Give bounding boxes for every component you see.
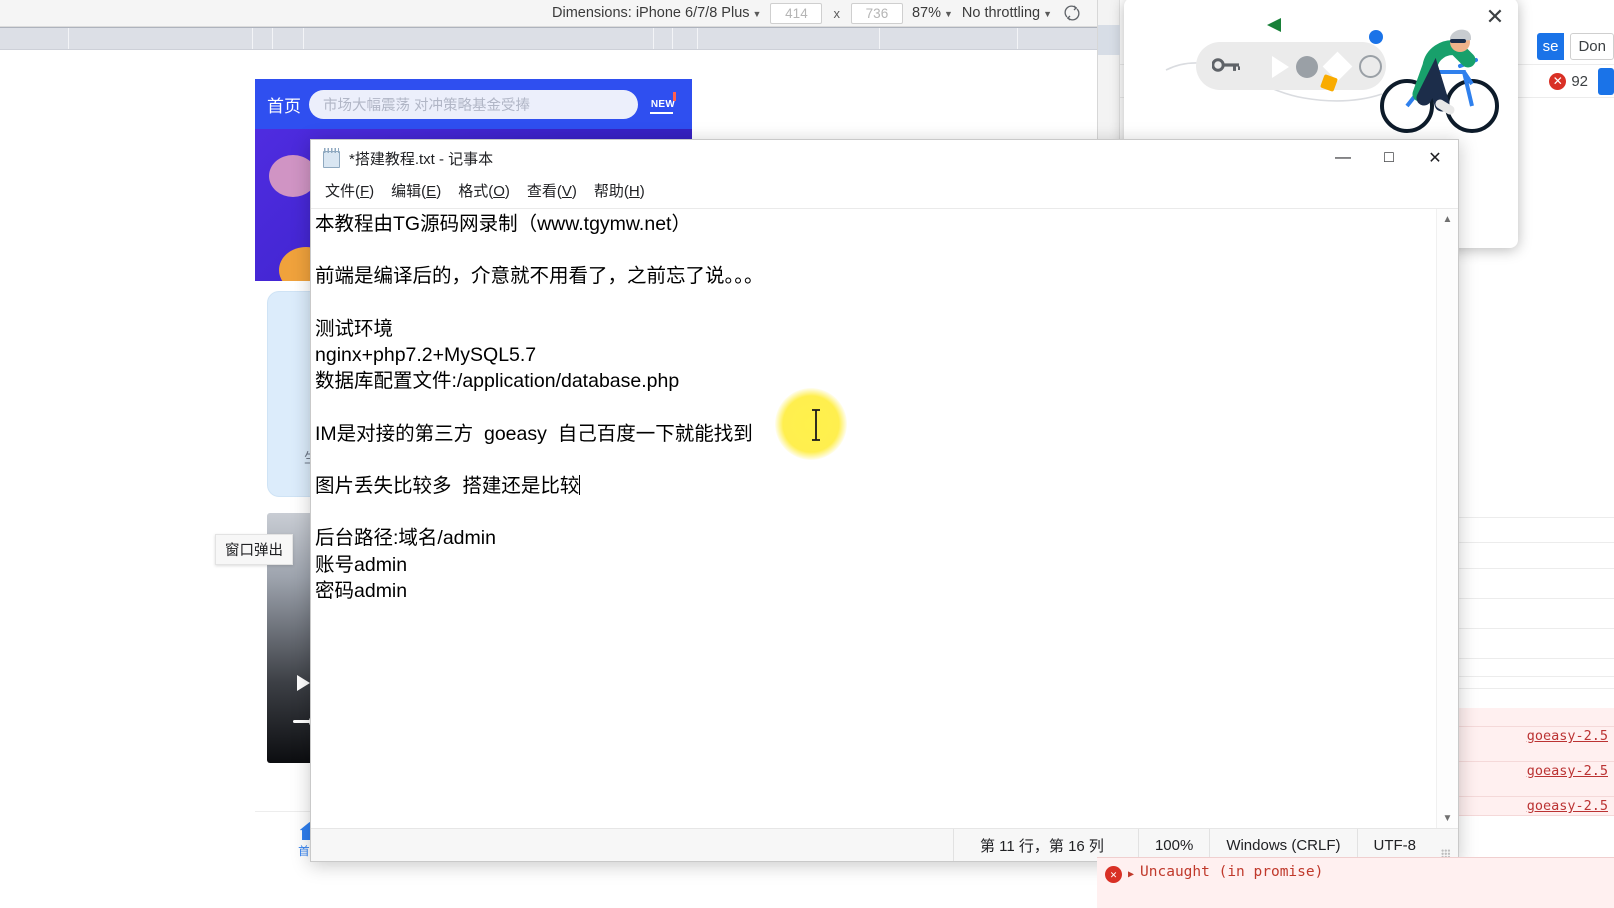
notepad-text-content[interactable]: 本教程由TG源码网录制（www.tgymw.net） 前端是编译后的，介意就不用… <box>315 209 1434 828</box>
chevron-down-icon: ▼ <box>752 9 762 19</box>
minimize-button[interactable]: — <box>1320 140 1366 176</box>
scroll-up-icon[interactable]: ▲ <box>1437 209 1458 229</box>
device-dimensions-label: Dimensions: iPhone 6/7/8 Plus <box>552 5 750 21</box>
console-error-text: Uncaught (in promise) <box>1140 864 1324 880</box>
device-zoom-select[interactable]: 87% ▼ <box>912 5 953 21</box>
close-button[interactable]: ✕ <box>1412 140 1458 176</box>
expand-triangle-icon[interactable]: ▶ <box>1128 869 1134 880</box>
throttling-label: No throttling <box>961 5 1041 21</box>
menu-file[interactable]: 文件(F) <box>325 180 374 201</box>
new-badge-icon[interactable]: NEW <box>646 91 680 117</box>
cyclist-icon <box>1380 29 1499 133</box>
menu-view[interactable]: 查看(V) <box>527 180 577 201</box>
maximize-button[interactable]: □ <box>1366 140 1412 176</box>
chevron-down-icon: ▼ <box>943 9 953 19</box>
notepad-menu-bar: 文件(F) 编辑(E) 格式(O) 查看(V) 帮助(H) <box>311 176 1458 204</box>
notepad-title: *搭建教程.txt - 记事本 <box>349 150 494 168</box>
key-icon <box>1212 58 1240 72</box>
scroll-down-icon[interactable]: ▼ <box>1437 808 1458 828</box>
page-header: 首页 市场大幅震荡 对冲策略基金受捧 NEW <box>255 79 692 129</box>
error-count-chip[interactable]: ✕ 92 <box>1549 72 1588 90</box>
device-mode-toolbar: Dimensions: iPhone 6/7/8 Plus ▼ 414 x 736… <box>0 0 1097 27</box>
new-badge-label: NEW <box>650 98 676 110</box>
chevron-down-icon: ▼ <box>1043 9 1052 19</box>
device-width-input[interactable]: 414 <box>770 2 823 24</box>
text-cursor-icon <box>812 409 820 441</box>
popout-tooltip: 窗口弹出 <box>215 534 293 565</box>
play-icon[interactable] <box>297 675 310 691</box>
cyclist-password-illustration <box>1124 18 1518 143</box>
notepad-text-after-caret: 后台路径:域名/admin 账号admin 密码admin <box>315 527 496 602</box>
screen-root: Dimensions: iPhone 6/7/8 Plus ▼ 414 x 736… <box>0 0 1614 908</box>
text-caret <box>579 475 581 496</box>
dimension-separator: x <box>833 5 840 21</box>
notepad-window: *搭建教程.txt - 记事本 — □ ✕ 文件(F) 编辑(E) 格式(O) … <box>310 139 1459 862</box>
error-icon: ✕ <box>1105 866 1122 883</box>
notepad-icon <box>323 148 340 168</box>
rotate-icon[interactable] <box>1061 2 1083 24</box>
device-height-input[interactable]: 736 <box>850 2 903 24</box>
error-count-label: 92 <box>1571 72 1588 90</box>
notepad-scrollbar[interactable]: ▲ ▼ <box>1436 209 1458 828</box>
secondary-action-button[interactable]: se <box>1536 32 1565 60</box>
done-button[interactable]: Don <box>1570 32 1614 60</box>
page-home-label[interactable]: 首页 <box>267 92 301 117</box>
device-dimensions-select[interactable]: Dimensions: iPhone 6/7/8 Plus ▼ <box>552 5 761 21</box>
devtools-extra-button[interactable] <box>1598 67 1614 95</box>
console-error-banner[interactable]: ✕ ▶ Uncaught (in promise) <box>1097 857 1614 908</box>
menu-edit[interactable]: 编辑(E) <box>391 180 441 201</box>
error-icon: ✕ <box>1549 72 1567 90</box>
notepad-text-before-caret: 本教程由TG源码网录制（www.tgymw.net） 前端是编译后的，介意就不用… <box>315 213 764 498</box>
device-zoom-label: 87% <box>911 5 941 21</box>
notepad-title-bar[interactable]: *搭建教程.txt - 记事本 — □ ✕ <box>311 140 1458 176</box>
notepad-text-area[interactable]: 本教程由TG源码网录制（www.tgymw.net） 前端是编译后的，介意就不用… <box>311 208 1458 828</box>
network-throttling-select[interactable]: No throttling ▼ <box>962 5 1052 21</box>
menu-help[interactable]: 帮助(H) <box>594 180 645 201</box>
device-ruler-band <box>0 27 1097 50</box>
page-search-input[interactable]: 市场大幅震荡 对冲策略基金受捧 <box>309 89 638 119</box>
menu-format[interactable]: 格式(O) <box>458 180 510 201</box>
